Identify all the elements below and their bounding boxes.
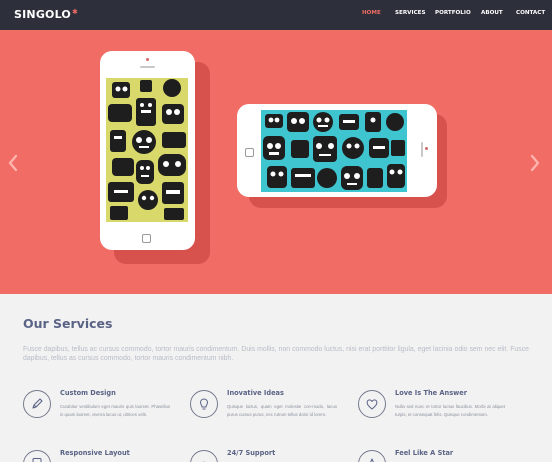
heart-icon xyxy=(366,399,378,410)
service-title: Feel Like A Star xyxy=(395,449,454,457)
nav-contact[interactable]: CONTACT xyxy=(516,10,545,22)
service-icon-wrap xyxy=(358,390,386,418)
phone-horizontal[interactable] xyxy=(237,104,437,197)
slider-next-button[interactable] xyxy=(528,154,542,172)
services-title: Our Services xyxy=(23,316,113,331)
nav-portfolio[interactable]: PORTFOLIO xyxy=(435,10,471,22)
service-icon-wrap xyxy=(190,390,218,418)
robot-pattern-image xyxy=(108,79,186,220)
slider-prev-button[interactable] xyxy=(6,154,20,172)
phone-speaker xyxy=(421,142,423,157)
service-icon-wrap xyxy=(358,450,386,462)
star-icon xyxy=(370,458,374,462)
phone-camera xyxy=(425,147,428,150)
service-text: Nulla sed nunc et tortor luctus faucibus… xyxy=(395,404,505,417)
services-intro: Fusce dapibus, tellus ac cursus commodo,… xyxy=(23,346,529,362)
pencil-icon xyxy=(32,398,43,409)
nav-home[interactable]: HOME xyxy=(362,10,381,22)
service-text: Quisque luctus, quam eget molestie con-m… xyxy=(227,404,337,417)
logo-star-icon: ✱ xyxy=(71,8,79,16)
service-icon-wrap xyxy=(23,450,51,462)
chevron-right-icon xyxy=(530,154,540,172)
service-title: Love Is The Answer xyxy=(395,389,467,397)
service-title: 24/7 Support xyxy=(227,449,276,457)
headset-icon xyxy=(202,461,206,462)
lightbulb-icon xyxy=(200,398,208,410)
service-title: Custom Design xyxy=(60,389,116,397)
logo-text: SINGOLO xyxy=(14,8,71,21)
phone-horizontal-screen[interactable] xyxy=(261,110,407,192)
nav-services[interactable]: SERVICES xyxy=(395,10,426,22)
phone-camera xyxy=(145,58,149,61)
phone-speaker xyxy=(140,66,155,68)
nav-about[interactable]: ABOUT xyxy=(481,10,503,22)
service-title: Inovative Ideas xyxy=(227,389,284,397)
site-header: SINGOLO✱ HOME SERVICES PORTFOLIO ABOUT C… xyxy=(0,0,552,30)
service-title: Responsive Layout xyxy=(60,449,130,457)
phone-vertical[interactable] xyxy=(100,51,195,250)
phone-home-button[interactable] xyxy=(245,148,254,157)
robot-pattern-image xyxy=(263,112,405,190)
service-icon-wrap xyxy=(23,390,51,418)
chevron-left-icon xyxy=(8,154,18,172)
phone-home-button[interactable] xyxy=(142,234,151,243)
tablet-icon xyxy=(32,458,42,462)
service-icon-wrap xyxy=(190,450,218,462)
logo[interactable]: SINGOLO✱ xyxy=(14,8,78,21)
service-text: Curabitur vestibulum eget mauris quis la… xyxy=(60,404,170,417)
phone-vertical-screen[interactable] xyxy=(106,78,188,222)
